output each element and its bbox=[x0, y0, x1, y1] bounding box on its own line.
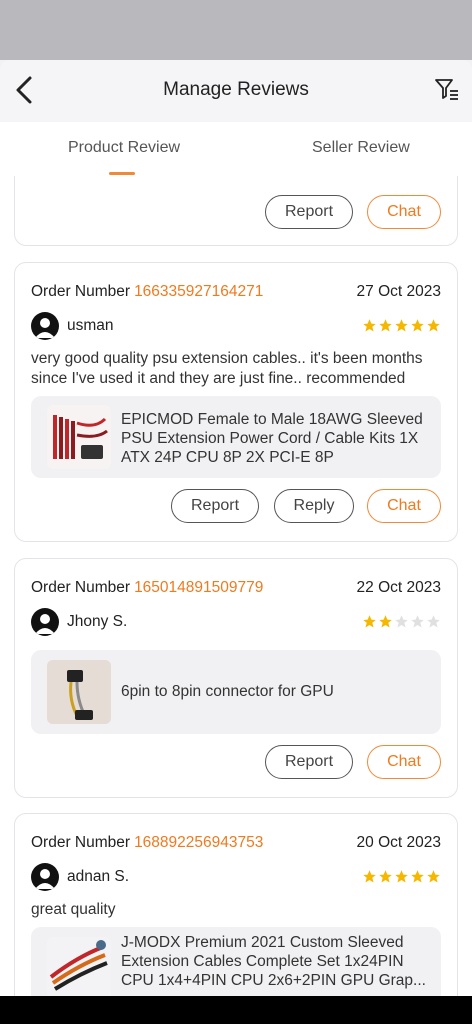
star-rating bbox=[362, 614, 441, 630]
review-card: Order Number 166335927164271 27 Oct 2023 … bbox=[14, 262, 458, 542]
report-button[interactable]: Report bbox=[265, 745, 353, 779]
star-empty-icon bbox=[395, 615, 408, 628]
order-number-label: Order Number bbox=[31, 579, 131, 596]
product-item[interactable]: EPICMOD Female to Male 18AWG Sleeved PSU… bbox=[31, 396, 441, 478]
star-filled-icon bbox=[395, 319, 408, 332]
avatar bbox=[31, 863, 59, 891]
star-filled-icon bbox=[411, 319, 424, 332]
product-title: EPICMOD Female to Male 18AWG Sleeved PSU… bbox=[121, 411, 423, 466]
review-tabs: Product Review Seller Review bbox=[0, 122, 472, 176]
review-date: 27 Oct 2023 bbox=[356, 283, 441, 300]
user-icon bbox=[35, 869, 55, 889]
filter-icon bbox=[435, 79, 458, 100]
order-number[interactable]: 168892256943753 bbox=[134, 834, 263, 851]
star-filled-icon bbox=[363, 319, 376, 332]
star-rating bbox=[362, 869, 441, 885]
order-number[interactable]: 166335927164271 bbox=[134, 283, 263, 300]
report-button[interactable]: Report bbox=[171, 489, 259, 523]
product-item[interactable]: J-MODX Premium 2021 Custom Sleeved Exten… bbox=[31, 927, 441, 996]
product-item[interactable]: 6pin to 8pin connector for GPU bbox=[31, 650, 441, 734]
product-title: J-MODX Premium 2021 Custom Sleeved Exten… bbox=[121, 934, 426, 989]
chat-button[interactable]: Chat bbox=[367, 745, 441, 779]
user-icon bbox=[35, 614, 55, 634]
order-number-label: Order Number bbox=[31, 834, 131, 851]
review-comment: very good quality psu extension cables..… bbox=[31, 350, 423, 387]
tab-seller-review[interactable]: Seller Review bbox=[312, 139, 410, 157]
star-filled-icon bbox=[427, 870, 440, 883]
star-rating bbox=[362, 318, 441, 334]
order-number-row: Order Number 166335927164271 bbox=[31, 283, 263, 301]
review-comment: great quality bbox=[31, 901, 116, 918]
star-filled-icon bbox=[379, 615, 392, 628]
star-empty-icon bbox=[427, 615, 440, 628]
star-empty-icon bbox=[411, 615, 424, 628]
star-filled-icon bbox=[411, 870, 424, 883]
order-number[interactable]: 165014891509779 bbox=[134, 579, 263, 596]
product-title: 6pin to 8pin connector for GPU bbox=[121, 683, 334, 700]
order-number-label: Order Number bbox=[31, 283, 131, 300]
chat-button[interactable]: Chat bbox=[367, 195, 441, 229]
avatar bbox=[31, 608, 59, 636]
active-tab-indicator bbox=[109, 172, 135, 175]
star-filled-icon bbox=[363, 615, 376, 628]
order-number-row: Order Number 165014891509779 bbox=[31, 579, 263, 597]
review-card: Report Chat bbox=[14, 176, 458, 246]
star-filled-icon bbox=[363, 870, 376, 883]
star-filled-icon bbox=[379, 319, 392, 332]
status-bar bbox=[0, 0, 472, 60]
review-card: Order Number 168892256943753 20 Oct 2023 … bbox=[14, 813, 458, 996]
review-card: Order Number 165014891509779 22 Oct 2023 … bbox=[14, 558, 458, 798]
star-filled-icon bbox=[427, 319, 440, 332]
reviewer-name: Jhony S. bbox=[67, 613, 128, 630]
product-image bbox=[47, 937, 111, 996]
chat-button[interactable]: Chat bbox=[367, 489, 441, 523]
product-image bbox=[47, 405, 111, 469]
page-title: Manage Reviews bbox=[163, 79, 309, 100]
product-image bbox=[47, 660, 111, 724]
app-bar: Manage Reviews bbox=[0, 60, 472, 122]
star-filled-icon bbox=[395, 870, 408, 883]
review-date: 22 Oct 2023 bbox=[356, 579, 441, 596]
reviewer-name: adnan S. bbox=[67, 868, 130, 885]
system-nav-bar bbox=[0, 996, 472, 1024]
reply-button[interactable]: Reply bbox=[274, 489, 354, 523]
avatar bbox=[31, 312, 59, 340]
star-filled-icon bbox=[379, 870, 392, 883]
report-button[interactable]: Report bbox=[265, 195, 353, 229]
filter-button[interactable] bbox=[434, 76, 460, 102]
order-number-row: Order Number 168892256943753 bbox=[31, 834, 263, 852]
reviewer-name: usman bbox=[67, 317, 114, 334]
review-date: 20 Oct 2023 bbox=[356, 834, 441, 851]
tab-product-review[interactable]: Product Review bbox=[68, 139, 180, 157]
review-list[interactable]: Report Chat Order Number 166335927164271 … bbox=[0, 176, 472, 996]
user-icon bbox=[35, 318, 55, 338]
